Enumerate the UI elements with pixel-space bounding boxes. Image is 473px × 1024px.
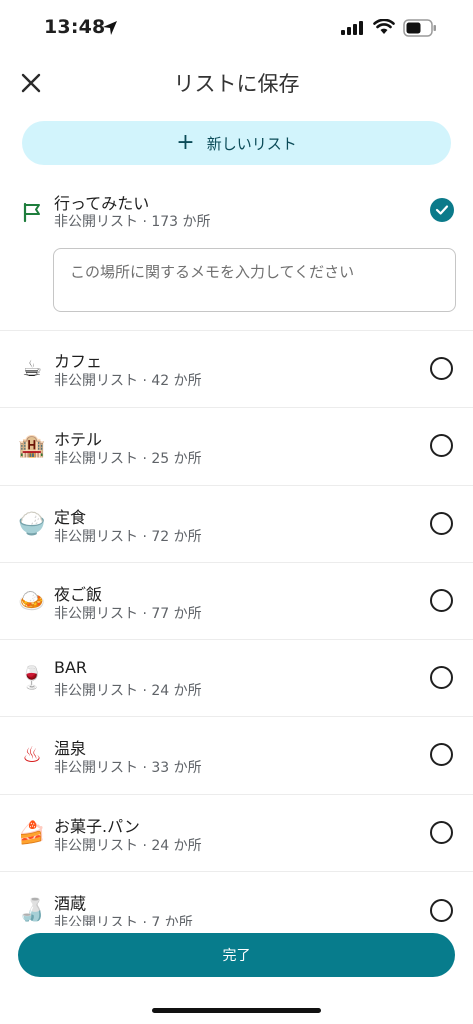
list-subtitle: 非公開リスト · 25 か所 — [54, 451, 202, 467]
cellular-signal-icon — [341, 21, 363, 35]
radio-unselected[interactable] — [430, 821, 453, 844]
list-title: ホテル — [54, 430, 103, 449]
radio-unselected[interactable] — [430, 899, 453, 922]
new-list-label: 新しいリスト — [206, 134, 297, 153]
list-item[interactable]: 🍚 定食 非公開リスト · 72 か所 — [0, 486, 473, 563]
list-item[interactable]: ♨ 温泉 非公開リスト · 33 か所 — [0, 717, 473, 795]
location-arrow-icon — [103, 21, 117, 35]
list-item[interactable]: 🍰 お菓子.パン 非公開リスト · 24 か所 — [0, 795, 473, 872]
wine-glass-icon: 🍷 — [18, 665, 46, 691]
rice-bowl-icon: 🍚 — [18, 511, 46, 537]
list-subtitle: 非公開リスト · 173 か所 — [54, 214, 211, 230]
home-indicator[interactable] — [152, 1008, 321, 1013]
hotel-icon: 🏨 — [18, 433, 46, 459]
list-title: 定食 — [54, 508, 87, 527]
radio-unselected[interactable] — [430, 434, 453, 457]
coffee-cup-icon: ☕ — [22, 356, 42, 382]
radio-unselected[interactable] — [430, 589, 453, 612]
list-item[interactable]: 🍷 BAR 非公開リスト · 24 か所 — [0, 640, 473, 717]
memo-input[interactable] — [53, 248, 456, 312]
list-title: BAR — [54, 658, 88, 677]
list-title: 夜ご飯 — [54, 585, 103, 604]
header: リストに保存 — [0, 56, 473, 108]
status-bar: 13:48 — [0, 0, 473, 56]
checkmark-selected-icon[interactable] — [430, 198, 454, 222]
done-label: 完了 — [222, 948, 251, 964]
new-list-button[interactable]: + 新しいリスト — [22, 121, 451, 165]
list-item[interactable]: 🏨 ホテル 非公開リスト · 25 か所 — [0, 408, 473, 486]
list-title: カフェ — [54, 352, 103, 371]
list-subtitle: 非公開リスト · 24 か所 — [54, 683, 202, 699]
battery-icon — [403, 19, 436, 37]
radio-unselected[interactable] — [430, 743, 453, 766]
cake-icon: 🍰 — [18, 820, 46, 846]
curry-plate-icon: 🍛 — [18, 588, 46, 614]
list-title: 温泉 — [54, 739, 87, 758]
radio-unselected[interactable] — [430, 666, 453, 689]
plus-icon: + — [176, 130, 195, 155]
list-subtitle: 非公開リスト · 33 か所 — [54, 760, 202, 776]
list-subtitle: 非公開リスト · 42 か所 — [54, 373, 202, 389]
flag-icon — [16, 196, 48, 228]
page-title: リストに保存 — [173, 72, 300, 96]
list-subtitle: 非公開リスト · 72 か所 — [54, 529, 202, 545]
list-title: お菓子.パン — [54, 817, 140, 836]
hot-springs-icon: ♨ — [22, 742, 42, 768]
radio-unselected[interactable] — [430, 357, 453, 380]
wifi-icon — [373, 19, 395, 34]
status-time: 13:48 — [44, 16, 106, 38]
list-item[interactable]: ☕ カフェ 非公開リスト · 42 か所 — [0, 331, 473, 408]
list-item[interactable]: 🍛 夜ご飯 非公開リスト · 77 か所 — [0, 563, 473, 640]
sake-bottle-icon: 🍶 — [18, 897, 46, 923]
list-title: 酒蔵 — [54, 894, 87, 913]
list-subtitle: 非公開リスト · 77 か所 — [54, 606, 202, 622]
radio-unselected[interactable] — [430, 512, 453, 535]
list-subtitle: 非公開リスト · 24 か所 — [54, 838, 202, 854]
done-button[interactable]: 完了 — [18, 933, 455, 977]
